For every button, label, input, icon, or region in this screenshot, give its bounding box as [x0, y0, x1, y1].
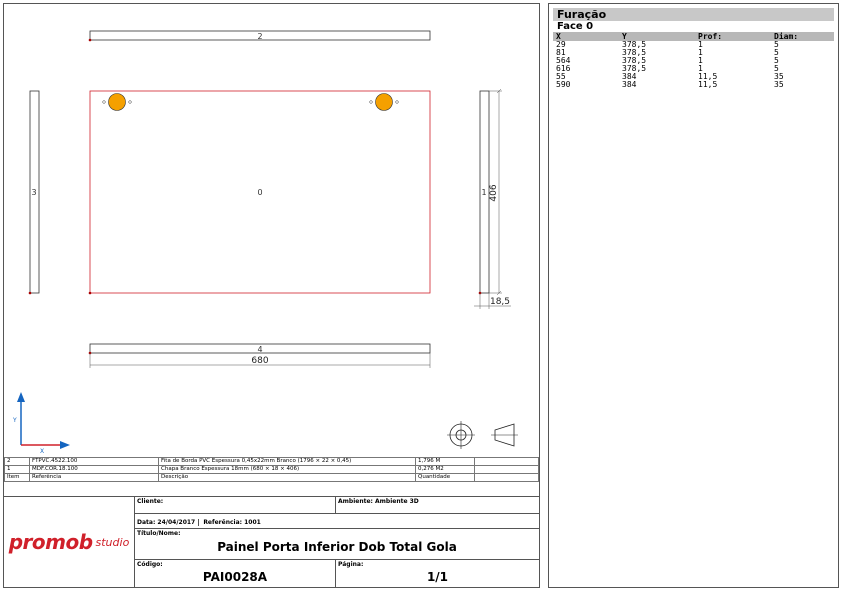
hole-large-left	[108, 93, 126, 111]
date-ref-cell: Data: 24/04/2017 Referência: 1001	[135, 514, 539, 529]
label-strip-top: 2	[257, 32, 262, 41]
axis-y-label: Y	[12, 417, 17, 424]
hole-small	[369, 100, 373, 104]
hole-large-right	[375, 93, 393, 111]
ambient-cell: Ambiente: Ambiente 3D	[336, 497, 539, 514]
table-row: 616 378,5 1 5	[556, 64, 779, 73]
label-strip-left: 3	[31, 188, 36, 197]
table-header: Item Referência Descrição Quantidade	[4, 473, 539, 482]
hole-small	[395, 100, 399, 104]
holes-panel: Furação Face 0 X Y Prof: Diam: 29 378,5 1 5…	[548, 3, 839, 588]
code-cell: Código: PAI0028A	[135, 560, 336, 587]
document-code: PAI0028A	[202, 570, 268, 584]
table-row: 2 FTPVC.4522.100 Fita de Borda PVC Espes…	[4, 457, 539, 466]
holes-header: X Y Prof: Diam:	[553, 32, 834, 41]
table-row: 590 384 11,5 35	[556, 80, 784, 89]
client-cell: Cliente:	[135, 497, 336, 514]
title-block: promob studio Cliente: Ambiente: Ambient…	[4, 496, 539, 587]
holes-table: X Y Prof: Diam: 29 378,5 1 5 81 378,5 1 5 564 3…	[553, 32, 834, 89]
page-cell: Página: 1/1	[336, 560, 539, 587]
dim-width: 680	[251, 356, 268, 366]
table-row: 564 378,5 1 5	[556, 56, 779, 65]
axis-x-label: X	[40, 448, 44, 455]
dim-thickness: 18,5	[490, 297, 510, 307]
table-row: 29 378,5 1 5	[556, 40, 779, 49]
table-row: 55 384 11,5 35	[556, 72, 784, 81]
title-cell: Título/Nome: Painel Porta Inferior Dob T…	[135, 529, 539, 560]
document-title: Painel Porta Inferior Dob Total Gola	[217, 540, 457, 554]
technical-drawing: 2 3 0 1 406 18,5 4 680 Y X	[12, 30, 518, 455]
projection-trapezoid-icon	[491, 423, 518, 447]
holes-face: Face 0	[557, 21, 594, 32]
projection-symbol-icon	[447, 421, 475, 449]
drawing-sheet: 2 3 0 1 406 18,5 4 680 Y X 2 FTPVC.4522.…	[3, 3, 540, 588]
table-row: 81 378,5 1 5	[556, 48, 779, 57]
page-number: 1/1	[426, 570, 449, 584]
holes-title: Furação	[553, 8, 834, 21]
parts-table: 2 FTPVC.4522.100 Fita de Borda PVC Espes…	[4, 457, 539, 482]
hole-small	[102, 100, 106, 104]
dim-height: 406	[489, 184, 499, 201]
table-row: 1 MDF.COR.18.100 Chapa Branco Espessura …	[4, 465, 539, 474]
label-strip-bottom: 4	[257, 345, 262, 354]
hole-small	[128, 100, 132, 104]
label-strip-right: 1	[481, 188, 486, 197]
promob-logo: promob studio	[4, 497, 135, 587]
label-panel: 0	[257, 188, 262, 197]
